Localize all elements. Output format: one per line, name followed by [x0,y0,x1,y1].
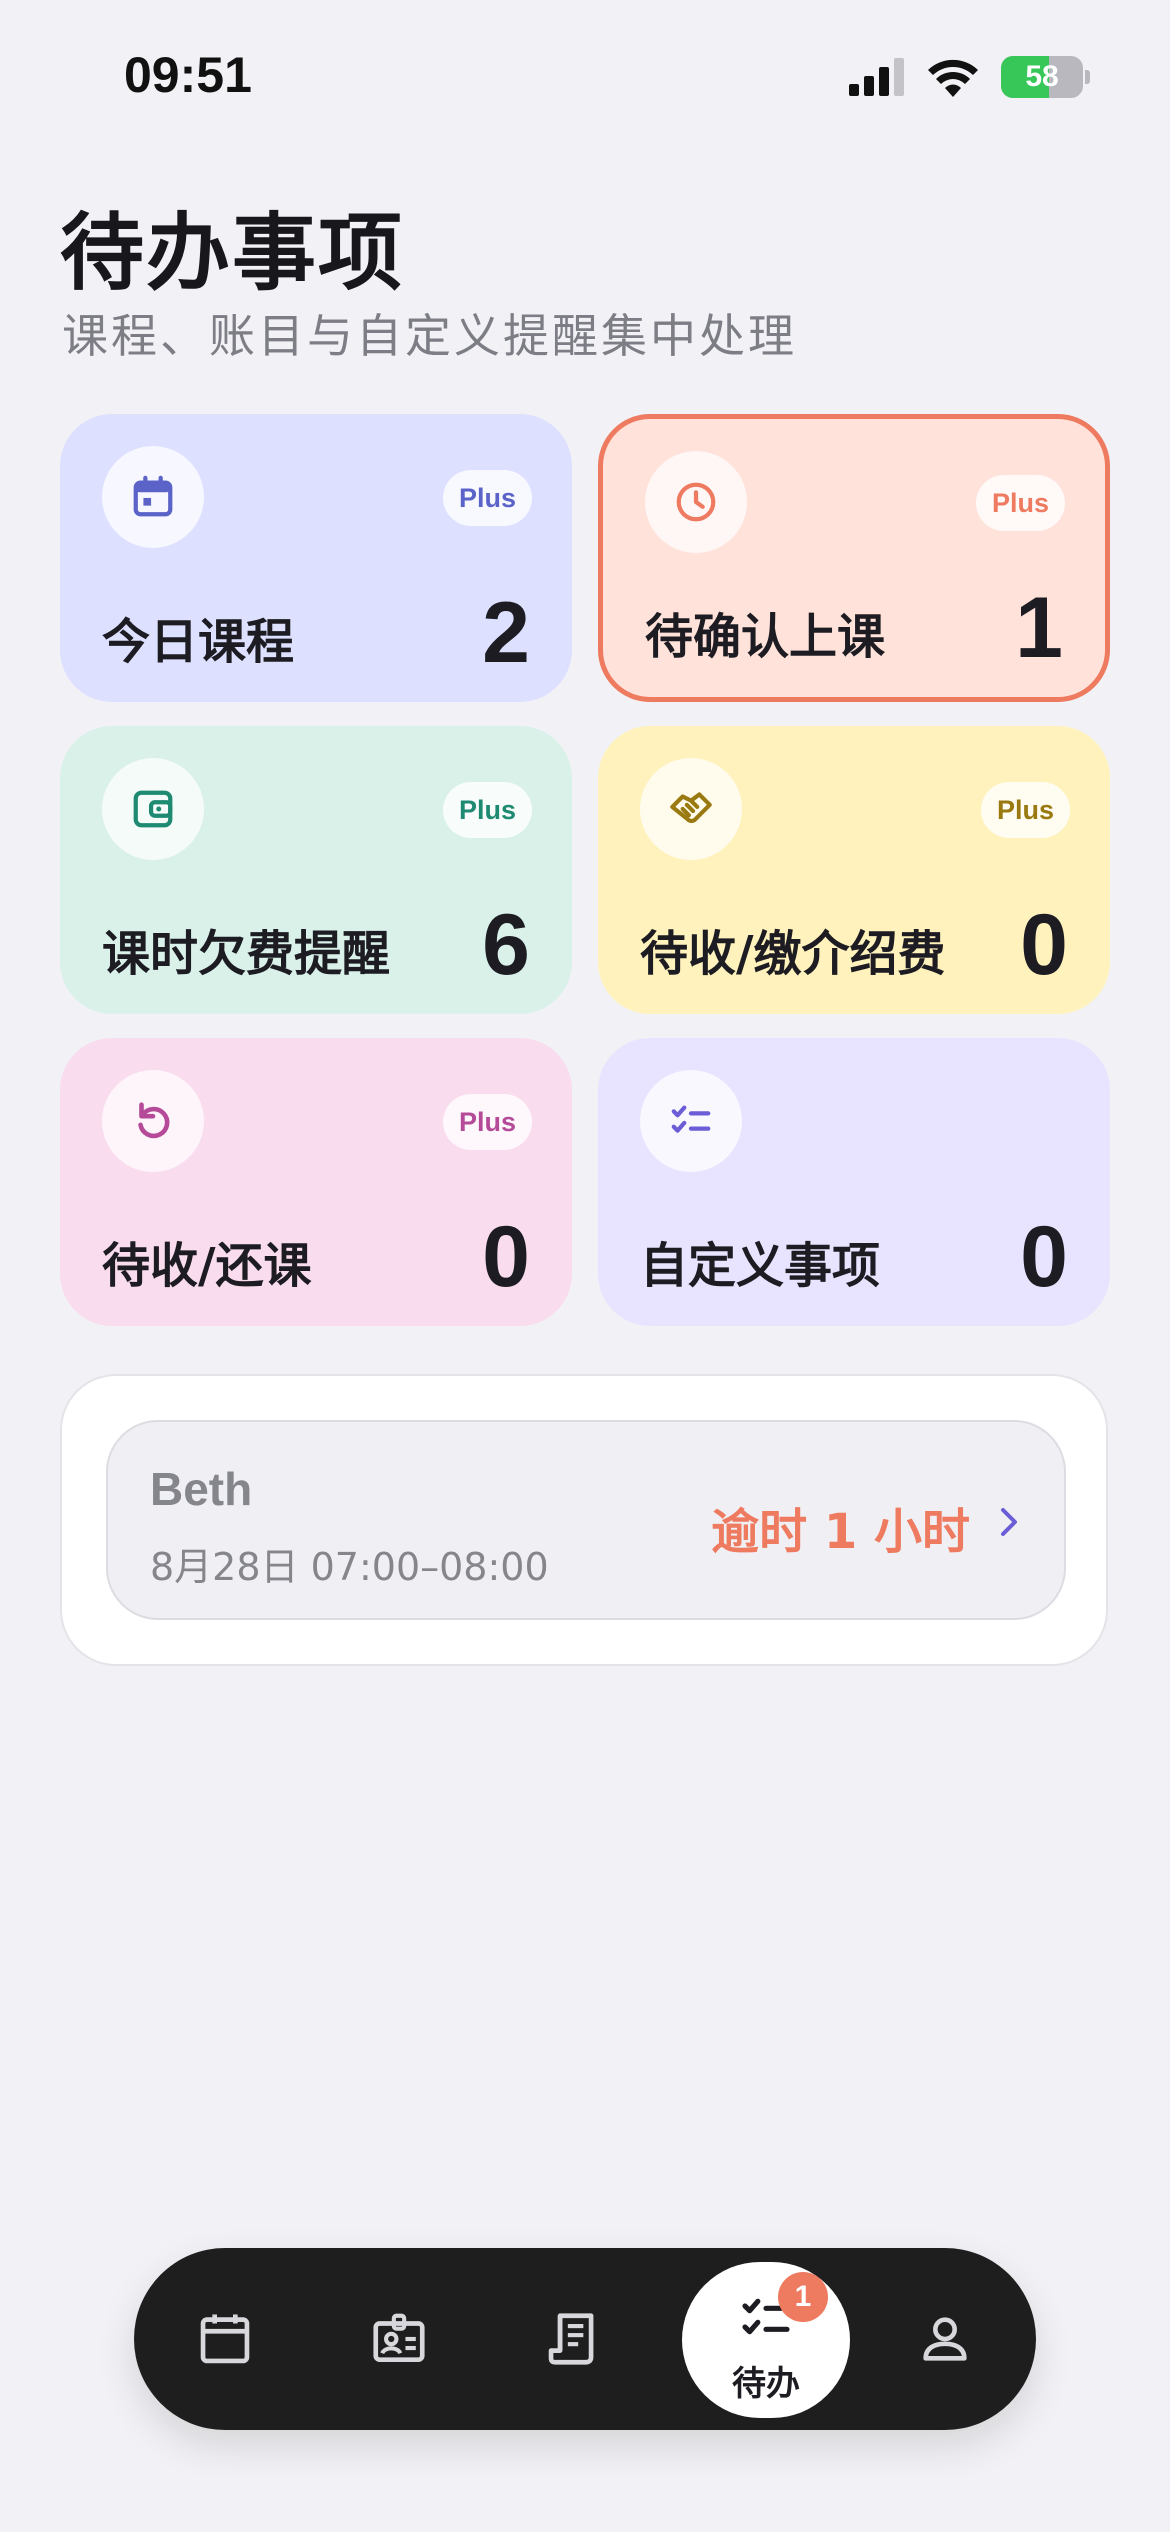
card-makeup-lessons[interactable]: Plus 待收/还课 0 [60,1038,572,1326]
card-count: 0 [1020,1209,1068,1305]
card-count: 2 [482,585,530,681]
chevron-right-icon [1001,1508,1017,1536]
card-label: 课时欠费提醒 [102,926,391,982]
nav-todo-label: 待办 [732,2364,800,2404]
reminder-item[interactable]: Beth 8月28日 07:00–08:00 逾时 1 小时 [106,1420,1066,1620]
calendar-icon [133,475,173,517]
card-count: 6 [482,897,530,993]
card-label: 今日课程 [102,614,295,670]
person-icon [923,2317,967,2361]
plus-badge: Plus [980,782,1070,838]
calendar-icon [200,2314,250,2364]
status-time: 09:51 [124,47,252,103]
reminder-student-name: Beth [150,1463,253,1515]
undo-icon-circle [102,1070,204,1172]
status-icons: 58 [849,56,1090,98]
battery-cap [1085,70,1090,84]
card-count: 1 [1015,580,1063,676]
page-subtitle: 课程、账目与自定义提醒集中处理 [62,309,797,363]
receipt-icon [548,2313,594,2365]
plus-badge: Plus [442,470,532,526]
calendar-icon-circle [102,446,204,548]
card-label: 待收/还课 [102,1238,312,1294]
wallet-icon-circle [102,758,204,860]
notification-badge: 1 [778,2272,828,2322]
card-label: 待确认上课 [645,609,886,665]
plus-badge: Plus [442,782,532,838]
clock-icon [676,482,716,522]
reminder-time: 8月28日 07:00–08:00 [150,1545,549,1589]
card-label: 待收/缴介绍费 [640,926,946,982]
card-referral-fee[interactable]: Plus 待收/缴介绍费 0 [598,726,1110,1014]
wifi-icon [928,59,978,97]
card-pending-confirm[interactable]: Plus 待确认上课 1 [598,414,1110,702]
cellular-signal-icon [849,58,904,96]
id-card-icon [373,2313,425,2362]
reminder-overdue-status: 逾时 1 小时 [711,1504,970,1560]
card-count: 0 [1020,897,1068,993]
status-bar: 09:51 58 [0,0,1170,150]
battery-percent: 58 [1025,60,1059,93]
bottom-nav: 待办 1 [134,2248,1036,2430]
card-today-courses[interactable]: Plus 今日课程 2 [60,414,572,702]
checklist-icon-circle [640,1070,742,1172]
reminder-panel: Beth 8月28日 07:00–08:00 逾时 1 小时 [60,1374,1108,1666]
card-label: 自定义事项 [640,1238,881,1294]
handshake-icon [670,792,712,824]
card-fee-reminder[interactable]: Plus 课时欠费提醒 6 [60,726,572,1014]
nav-ledger[interactable] [508,2248,638,2430]
card-count: 0 [482,1209,530,1305]
plus-badge: Plus [975,475,1065,531]
checklist-icon [671,1105,711,1133]
clock-icon-circle [645,451,747,553]
card-custom-items[interactable]: 自定义事项 0 [598,1038,1110,1326]
nav-contacts[interactable] [334,2248,464,2430]
plus-badge: Plus [442,1094,532,1150]
nav-todo[interactable]: 待办 1 [682,2262,850,2418]
nav-profile[interactable] [880,2248,1010,2430]
handshake-icon-circle [640,758,742,860]
wallet-icon [133,790,173,828]
page-title: 待办事项 [60,204,405,302]
battery-indicator: 58 [1001,56,1083,98]
undo-icon [138,1102,170,1139]
nav-calendar[interactable] [160,2248,290,2430]
